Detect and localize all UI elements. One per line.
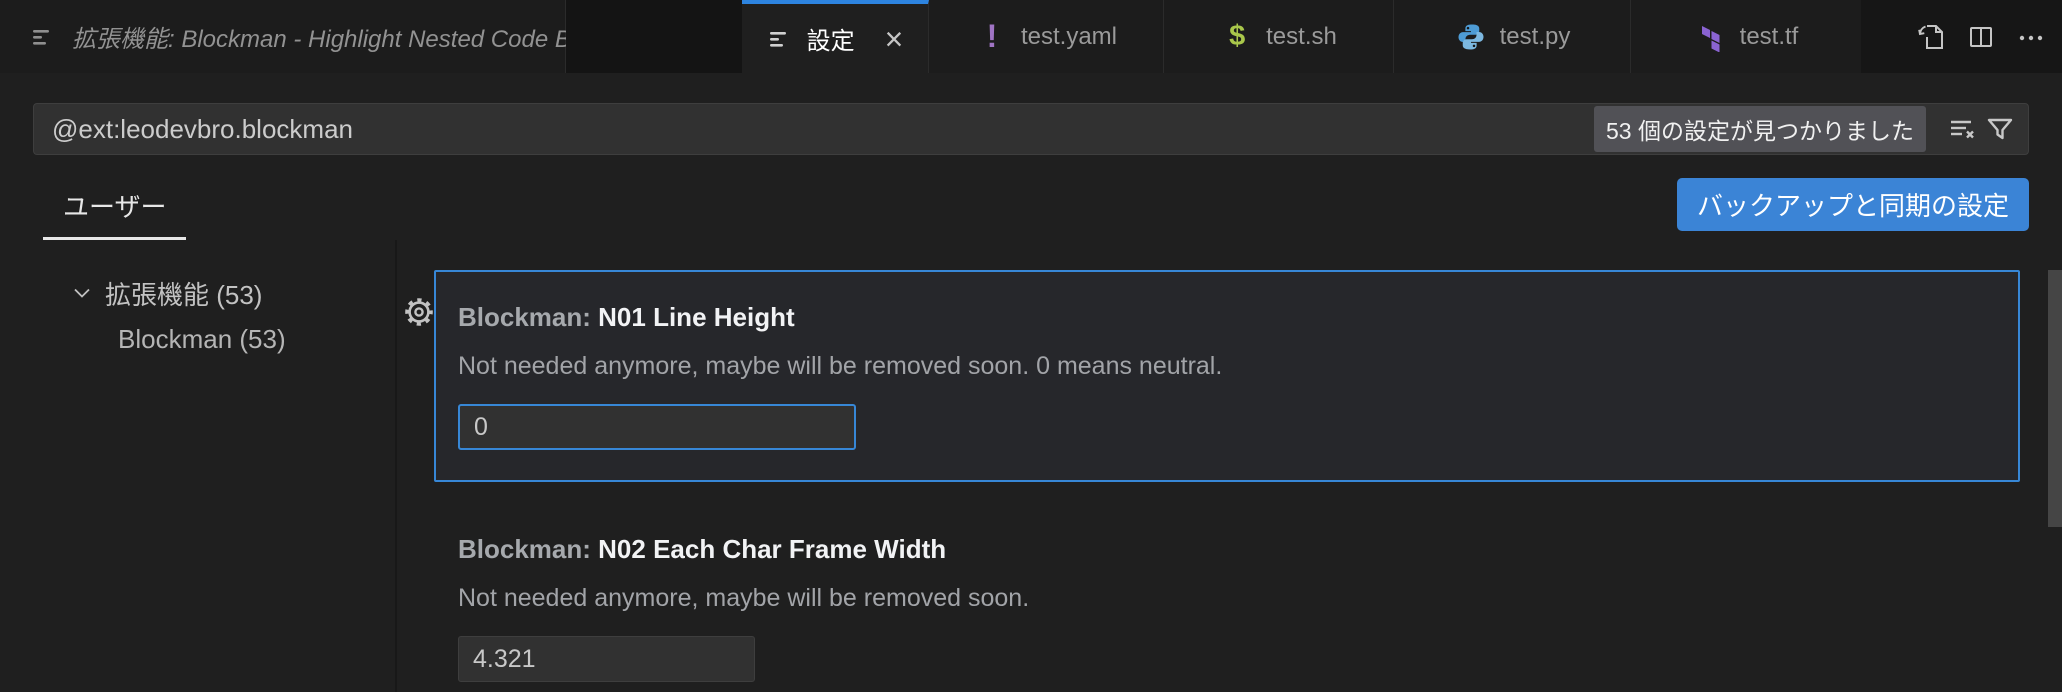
tab-extension-page[interactable]: 拡張機能: Blockman - Highlight Nested Code B… — [0, 0, 626, 73]
tab-user-scope[interactable]: ユーザー — [43, 187, 187, 240]
backup-sync-settings-button[interactable]: バックアップと同期の設定 — [1676, 178, 2029, 231]
terraform-icon — [1694, 22, 1728, 52]
setting-name: N02 Each Char Frame Width — [598, 534, 947, 564]
tab-bar: 拡張機能: Blockman - Highlight Nested Code B… — [0, 0, 2062, 73]
vscode-settings-window: 拡張機能: Blockman - Highlight Nested Code B… — [0, 0, 2062, 692]
toc-item-label: 拡張機能 (53) — [105, 279, 263, 310]
settings-search: 53 個の設定が見つかりました — [33, 103, 2029, 155]
settings-search-input[interactable] — [34, 113, 1595, 145]
setting-row-n01-line-height[interactable]: Blockman: N01 Line Height Not needed any… — [405, 270, 2020, 482]
results-count-badge: 53 個の設定が見つかりました — [1594, 106, 1926, 152]
open-preview-icon[interactable] — [1916, 22, 1946, 52]
setting-value-input-n02[interactable] — [458, 636, 755, 682]
setting-value-input-n01[interactable] — [458, 404, 856, 450]
tab-label: 設定 — [806, 28, 855, 55]
tab-test-py[interactable]: test.py — [1394, 0, 1631, 73]
tab-label: test.tf — [1739, 22, 1799, 50]
setting-title: Blockman: N02 Each Char Frame Width — [458, 532, 2018, 566]
editor-actions — [1916, 0, 2046, 73]
settings-header-row: ユーザー バックアップと同期の設定 — [0, 155, 2062, 240]
close-icon[interactable]: × — [885, 23, 904, 55]
toc-item-extensions[interactable]: 拡張機能 (53) — [0, 270, 395, 316]
settings-body: 拡張機能 (53) Blockman (53) Blockman: N01 Li… — [0, 240, 2062, 692]
filter-icon[interactable] — [1984, 113, 2016, 145]
tab-settings[interactable]: 設定 × — [742, 0, 929, 73]
settings-list-icon — [30, 24, 56, 50]
tab-strip-gap — [566, 0, 742, 73]
tab-test-sh[interactable]: $ test.sh — [1164, 0, 1394, 73]
settings-list: Blockman: N01 Line Height Not needed any… — [397, 240, 2062, 692]
setting-description: Not needed anymore, maybe will be remove… — [458, 584, 1030, 612]
split-editor-icon[interactable] — [1966, 22, 1996, 52]
setting-title: Blockman: N01 Line Height — [458, 300, 2018, 334]
clear-search-results-icon[interactable] — [1946, 113, 1978, 145]
tab-test-tf[interactable]: test.tf — [1631, 0, 1861, 73]
settings-list-icon — [767, 26, 793, 52]
setting-category: Blockman: — [458, 302, 599, 332]
yaml-icon: ! — [986, 18, 998, 54]
tab-label: 拡張機能: Blockman - Highlight Nested Code B… — [72, 26, 626, 53]
tab-label: test.sh — [1266, 22, 1337, 50]
shell-icon: $ — [1229, 20, 1246, 52]
settings-toc: 拡張機能 (53) Blockman (53) — [0, 240, 395, 692]
more-actions-icon[interactable] — [2016, 22, 2046, 52]
setting-name: N01 Line Height — [598, 302, 795, 332]
setting-category: Blockman: — [458, 534, 599, 564]
tab-label: test.yaml — [1020, 22, 1118, 50]
tab-label: test.py — [1499, 22, 1571, 50]
setting-description: Not needed anymore, maybe will be remove… — [458, 352, 1223, 380]
toc-item-blockman[interactable]: Blockman (53) — [0, 316, 395, 362]
tab-test-yaml[interactable]: ! test.yaml — [929, 0, 1164, 73]
gear-icon[interactable] — [403, 296, 435, 333]
scrollbar-thumb[interactable] — [2048, 270, 2062, 527]
user-scope-label: ユーザー — [63, 192, 167, 222]
setting-row-n02-each-char-frame-width[interactable]: Blockman: N02 Each Char Frame Width Not … — [434, 502, 2020, 692]
chevron-down-icon — [73, 286, 91, 300]
python-icon — [1454, 22, 1488, 52]
toc-item-label: Blockman (53) — [118, 323, 286, 354]
